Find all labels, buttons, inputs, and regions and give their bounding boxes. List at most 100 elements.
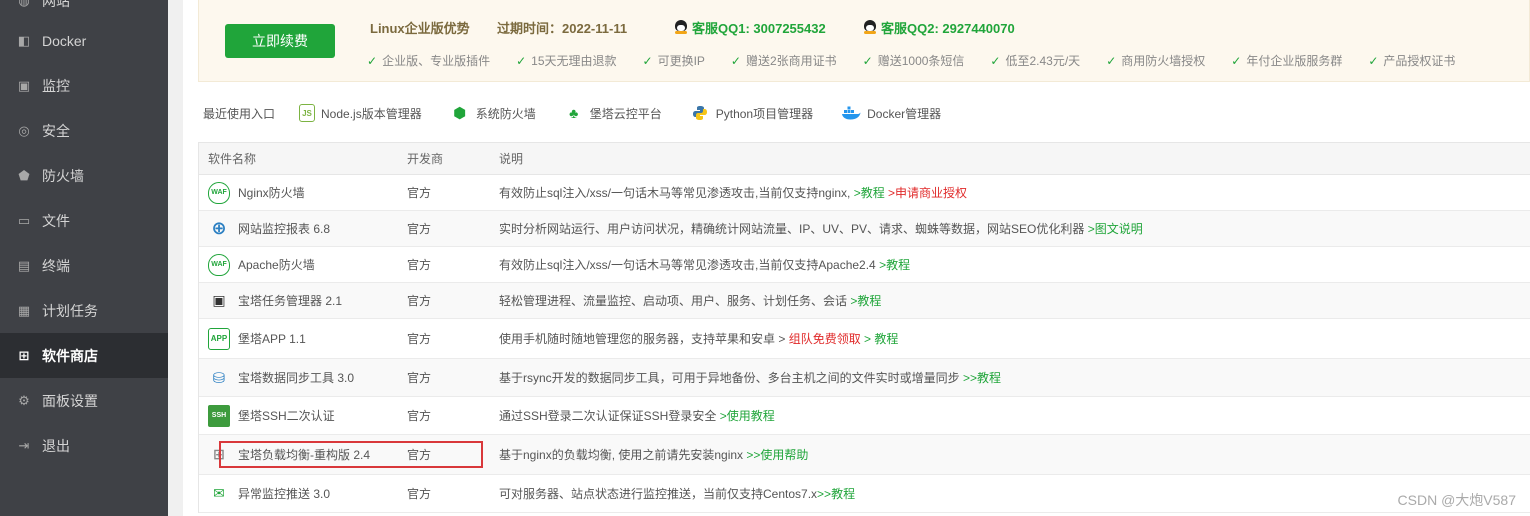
recent-item-firewall[interactable]: ⬢ 系统防火墙: [450, 103, 536, 123]
target-icon: ⊕: [211, 218, 227, 238]
plugin-vendor: 官方: [407, 487, 432, 501]
docker-icon: ◧: [17, 32, 31, 48]
tutorial-link[interactable]: >>教程: [817, 487, 855, 501]
qq1-contact[interactable]: 客服QQ1: 3007255432: [674, 18, 826, 37]
table-row[interactable]: ⊕ 网站监控报表 6.8 官方 实时分析网站运行、用户访问状况，精确统计网站流量、…: [199, 211, 1530, 247]
table-row[interactable]: ✉ 异常监控推送 3.0 官方 可对服务器、站点状态进行监控推送，当前仅支持Cen…: [199, 475, 1530, 513]
feature-item: ✓ 商用防火墙授权: [1106, 53, 1206, 69]
sidebar-item-label: 防火墙: [42, 167, 84, 184]
tutorial-link[interactable]: >教程: [850, 186, 885, 200]
qq2-text: 客服QQ2: 2927440070: [881, 21, 1015, 36]
plugin-name[interactable]: 堡塔SSH二次认证: [238, 407, 335, 424]
sidebar-item-settings[interactable]: ⚙ 面板设置: [0, 378, 168, 423]
free-claim-link[interactable]: 组队免费领取: [789, 332, 861, 346]
check-icon: ✓: [1368, 53, 1379, 68]
qq-icon: [863, 20, 877, 35]
tutorial-link[interactable]: >>教程: [960, 371, 1001, 385]
ssh-icon: SSH: [208, 404, 230, 427]
tutorial-link[interactable]: >使用教程: [716, 409, 775, 423]
plugin-name[interactable]: 堡塔APP 1.1: [238, 330, 306, 347]
plugin-desc: 轻松管理进程、流量监控、启动项、用户、服务、计划任务、会话 >教程: [499, 294, 882, 308]
sidebar-item-files[interactable]: ▭ 文件: [0, 198, 168, 243]
banner-title: Linux企业版优势: [370, 21, 470, 36]
table-row[interactable]: ⊞ 宝塔负载均衡-重构版 2.4 官方 基于nginx的负载均衡, 使用之前请先安…: [199, 435, 1530, 475]
plugin-vendor: 官方: [407, 409, 432, 423]
plugin-name[interactable]: Apache防火墙: [238, 256, 315, 273]
recent-item-python[interactable]: Python项目管理器: [690, 103, 813, 123]
sidebar-item-logout[interactable]: ⇥ 退出: [0, 423, 168, 468]
sidebar-item-terminal[interactable]: ▤ 终端: [0, 243, 168, 288]
sidebar-item-label: 计划任务: [42, 302, 98, 319]
sidebar-item-firewall[interactable]: ⬟ 防火墙: [0, 153, 168, 198]
plugin-name[interactable]: 异常监控推送 3.0: [238, 485, 330, 502]
firewall-icon: ⬢: [453, 105, 467, 122]
calendar-icon: ▦: [17, 302, 31, 318]
recent-item-docker[interactable]: Docker管理器: [841, 103, 941, 123]
license-link[interactable]: >申请商业授权: [885, 186, 967, 200]
feature-list: ✓ 企业版、专业版插件 ✓ 15天无理由退款 ✓ 可更换IP ✓ 赠送2张商用证书 ✓ 赠…: [367, 52, 1481, 69]
plugin-desc: 使用手机随时随地管理您的服务器，支持苹果和安卓 > 组队免费领取 > 教程: [499, 332, 899, 346]
qq-icon: [674, 20, 688, 35]
sidebar-item-docker[interactable]: ◧ Docker: [0, 18, 168, 63]
docker-manager-icon: [841, 103, 861, 123]
sidebar-item-label: 软件商店: [42, 347, 98, 364]
sidebar-item-monitor[interactable]: ▣ 监控: [0, 63, 168, 108]
logout-icon: ⇥: [18, 437, 30, 453]
header-desc: 说明: [499, 152, 524, 166]
help-link[interactable]: >>使用帮助: [743, 448, 808, 462]
table-row[interactable]: WAF Apache防火墙 官方 有效防止sql注入/xss/一句话木马等常见渗透…: [199, 247, 1530, 283]
header-vendor[interactable]: 开发商: [398, 150, 490, 167]
plugin-vendor: 官方: [407, 186, 432, 200]
expire-date: 过期时间：2022-11-11: [497, 21, 628, 36]
sidebar-item-label: 安全: [42, 122, 70, 139]
recent-item-cloud-control[interactable]: ♣ 堡塔云控平台: [564, 103, 662, 123]
table-header: 软件名称 开发商 说明: [199, 143, 1530, 175]
table-row[interactable]: ⛁ 宝塔数据同步工具 3.0 官方 基于rsync开发的数据同步工具，可用于异地备…: [199, 359, 1530, 397]
check-icon: ✓: [642, 53, 653, 68]
gear-icon: ⚙: [18, 392, 30, 408]
plugin-name[interactable]: 网站监控报表 6.8: [238, 220, 330, 237]
sidebar-item-software-store[interactable]: ⊞ 软件商店: [0, 333, 168, 378]
feature-item: ✓ 15天无理由退款: [516, 53, 617, 69]
plugin-vendor: 官方: [407, 222, 432, 236]
plugin-name[interactable]: 宝塔数据同步工具 3.0: [238, 369, 354, 386]
folder-icon: ▭: [17, 212, 31, 228]
python-icon: [690, 103, 710, 123]
sidebar-item-cron[interactable]: ▦ 计划任务: [0, 288, 168, 333]
header-name[interactable]: 软件名称: [199, 150, 398, 167]
table-row[interactable]: ▣ 宝塔任务管理器 2.1 官方 轻松管理进程、流量监控、启动项、用户、服务、计划…: [199, 283, 1530, 319]
globe-icon: ◍: [18, 0, 30, 8]
guide-link[interactable]: >图文说明: [1084, 222, 1143, 236]
tutorial-link[interactable]: > 教程: [861, 332, 898, 346]
plugin-desc: 有效防止sql注入/xss/一句话木马等常见渗透攻击,当前仅支持nginx, >…: [499, 186, 968, 200]
waf-icon: WAF: [208, 181, 230, 204]
plugin-name[interactable]: 宝塔负载均衡-重构版 2.4: [238, 446, 370, 463]
cloud-control-icon: ♣: [569, 105, 579, 121]
renew-button[interactable]: 立即续费: [225, 24, 335, 58]
database-sync-icon: ⛁: [212, 369, 226, 387]
feature-item: ✓ 低至2.43元/天: [990, 53, 1081, 69]
tutorial-link[interactable]: >教程: [876, 258, 910, 272]
sidebar-item-label: 网站: [42, 0, 70, 9]
feature-item: ✓ 企业版、专业版插件: [367, 53, 491, 69]
plugin-vendor: 官方: [407, 448, 432, 462]
sidebar-item-label: 监控: [42, 77, 70, 94]
recent-item-nodejs[interactable]: JS Node.js版本管理器: [299, 104, 422, 122]
sidebar-item-label: Docker: [42, 32, 87, 49]
plugin-vendor: 官方: [407, 258, 432, 272]
table-row[interactable]: APP 堡塔APP 1.1 官方 使用手机随时随地管理您的服务器，支持苹果和安卓 …: [199, 319, 1530, 359]
table-row[interactable]: SSH 堡塔SSH二次认证 官方 通过SSH登录二次认证保证SSH登录安全 >使用…: [199, 397, 1530, 435]
plugin-vendor: 官方: [407, 332, 432, 346]
feature-item: ✓ 年付企业版服务群: [1231, 53, 1343, 69]
qq2-contact[interactable]: 客服QQ2: 2927440070: [863, 18, 1015, 37]
plugin-name[interactable]: 宝塔任务管理器 2.1: [238, 292, 342, 309]
content-gutter: [168, 0, 183, 516]
check-icon: ✓: [367, 53, 378, 68]
qq1-text: 客服QQ1: 3007255432: [692, 21, 826, 36]
plugin-desc: 实时分析网站运行、用户访问状况，精确统计网站流量、IP、UV、PV、请求、蜘蛛等…: [499, 222, 1143, 236]
sidebar-item-security[interactable]: ◎ 安全: [0, 108, 168, 153]
plugin-name[interactable]: Nginx防火墙: [238, 184, 305, 201]
table-row[interactable]: WAF Nginx防火墙 官方 有效防止sql注入/xss/一句话木马等常见渗透攻…: [199, 175, 1530, 211]
recent-entries: 最近使用入口 JS Node.js版本管理器 ⬢ 系统防火墙 ♣ 堡塔云控平台 Pyt…: [203, 100, 969, 126]
tutorial-link[interactable]: >教程: [847, 294, 881, 308]
